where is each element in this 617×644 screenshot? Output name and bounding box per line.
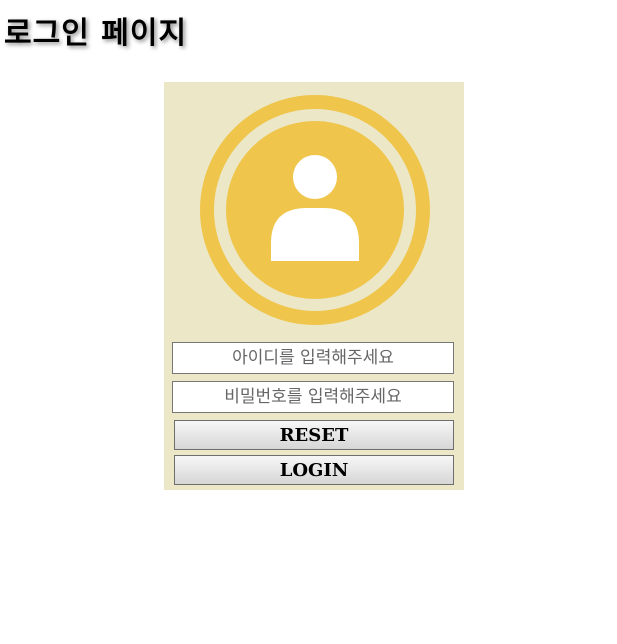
id-input[interactable]: [172, 342, 454, 374]
avatar: [200, 95, 430, 325]
page-title: 로그인 페이지: [4, 16, 188, 51]
password-input[interactable]: [172, 381, 454, 413]
login-button[interactable]: LOGIN: [174, 455, 454, 485]
reset-button[interactable]: RESET: [174, 420, 454, 450]
login-form: RESET LOGIN: [164, 82, 464, 490]
user-icon: [200, 95, 430, 325]
